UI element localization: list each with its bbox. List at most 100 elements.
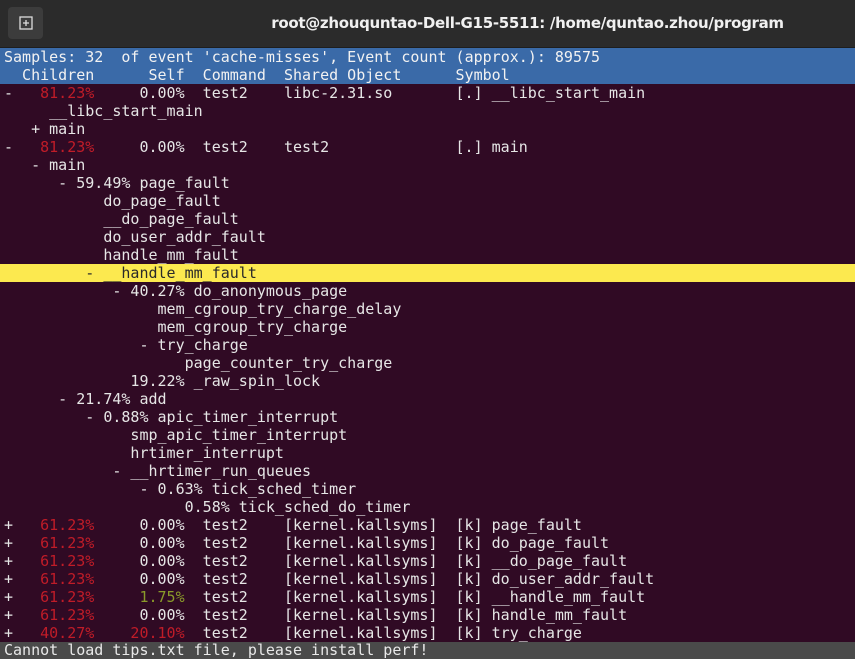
symbol: [k] page_fault — [455, 516, 582, 534]
children-percent: 61.23% — [40, 588, 95, 606]
perf-report[interactable]: Samples: 32 of event 'cache-misses', Eve… — [0, 48, 855, 642]
callgraph-entry: - 40.27% do_anonymous_page — [112, 282, 348, 300]
callgraph-line[interactable]: do_user_addr_fault — [0, 228, 855, 246]
callgraph-entry: - 21.74% add — [58, 390, 167, 408]
window-title: root@zhouquntao-Dell-G15-5511: /home/qun… — [271, 14, 784, 32]
callgraph-entry: handle_mm_fault — [103, 246, 239, 264]
callgraph-line[interactable]: - main — [0, 156, 855, 174]
table-row[interactable]: +61.23% 0.00% test2 [kernel.kallsyms] [k] do… — [0, 534, 855, 552]
callgraph-line-selected[interactable]: - __handle_mm_fault — [0, 264, 855, 282]
shared-object: [kernel.kallsyms] — [283, 606, 438, 624]
self-percent: 0.00% — [139, 534, 185, 552]
children-percent: 61.23% — [40, 552, 95, 570]
expand-toggle[interactable]: + — [4, 588, 13, 606]
command: test2 — [202, 84, 248, 102]
callgraph-line[interactable]: 0.58% tick_sched_do_timer — [0, 498, 855, 516]
title-bar: root@zhouquntao-Dell-G15-5511: /home/qun… — [0, 0, 855, 48]
self-percent: 1.75% — [139, 588, 185, 606]
self-percent: 0.00% — [139, 516, 185, 534]
table-row[interactable]: +61.23% 0.00% test2 [kernel.kallsyms] [k] do… — [0, 570, 855, 588]
expand-toggle[interactable]: + — [4, 570, 13, 588]
callgraph-line[interactable]: do_page_fault — [0, 192, 855, 210]
table-row[interactable]: +61.23% 1.75% test2 [kernel.kallsyms] [k] __… — [0, 588, 855, 606]
command: test2 — [202, 570, 248, 588]
symbol: [k] __handle_mm_fault — [455, 588, 646, 606]
callgraph-line[interactable]: - 59.49% page_fault — [0, 174, 855, 192]
callgraph-line[interactable]: - 40.27% do_anonymous_page — [0, 282, 855, 300]
callgraph-line[interactable]: - 0.63% tick_sched_timer — [0, 480, 855, 498]
callgraph-line[interactable]: 19.22% _raw_spin_lock — [0, 372, 855, 390]
symbol: [.] __libc_start_main — [455, 84, 646, 102]
children-percent: 61.23% — [40, 516, 95, 534]
table-row[interactable]: +61.23% 0.00% test2 [kernel.kallsyms] [k] pa… — [0, 516, 855, 534]
summary-line: Samples: 32 of event 'cache-misses', Eve… — [0, 48, 855, 66]
callgraph-entry: do_page_fault — [103, 192, 221, 210]
symbol: [k] do_user_addr_fault — [455, 570, 655, 588]
command: test2 — [202, 606, 248, 624]
self-percent: 0.00% — [139, 84, 185, 102]
callgraph-entry: mem_cgroup_try_charge_delay — [157, 300, 402, 318]
callgraph-line[interactable]: mem_cgroup_try_charge_delay — [0, 300, 855, 318]
expand-toggle[interactable]: + — [4, 606, 13, 624]
callgraph-line[interactable]: mem_cgroup_try_charge — [0, 318, 855, 336]
symbol: [.] main — [455, 138, 528, 156]
shared-object: libc-2.31.so — [283, 84, 393, 102]
callgraph-line[interactable]: - 21.74% add — [0, 390, 855, 408]
callgraph-entry: __libc_start_main — [49, 102, 203, 120]
callgraph-entry: 19.22% _raw_spin_lock — [130, 372, 321, 390]
expand-toggle[interactable]: + — [4, 552, 13, 570]
self-percent: 20.10% — [130, 624, 185, 642]
col-children[interactable]: Children — [22, 66, 94, 84]
callgraph-entry: - 0.63% tick_sched_timer — [139, 480, 357, 498]
table-row[interactable]: - 81.23% 0.00% test2 test2 [.] main — [0, 138, 855, 156]
col-shared-object[interactable]: Shared Object — [284, 66, 401, 84]
callgraph-line[interactable]: smp_apic_timer_interrupt — [0, 426, 855, 444]
table-row[interactable]: - 81.23% 0.00% test2 libc-2.31.so [.] __libc_… — [0, 84, 855, 102]
callgraph-entry: __do_page_fault — [103, 210, 239, 228]
callgraph-line[interactable]: handle_mm_fault — [0, 246, 855, 264]
callgraph-line[interactable]: __libc_start_main — [0, 102, 855, 120]
command: test2 — [202, 534, 248, 552]
callgraph-line[interactable]: hrtimer_interrupt — [0, 444, 855, 462]
callgraph-entry: mem_cgroup_try_charge — [157, 318, 348, 336]
shared-object: [kernel.kallsyms] — [283, 624, 438, 642]
expand-toggle[interactable]: - — [4, 84, 13, 102]
callgraph-entry: - try_charge — [139, 336, 248, 354]
expand-toggle[interactable]: - — [4, 138, 13, 156]
callgraph-line[interactable]: - 0.88% apic_timer_interrupt — [0, 408, 855, 426]
callgraph-entry: - main — [31, 156, 86, 174]
children-percent: 61.23% — [40, 570, 95, 588]
symbol: [k] handle_mm_fault — [455, 606, 628, 624]
children-percent: 81.23% — [40, 84, 95, 102]
callgraph-line[interactable]: __do_page_fault — [0, 210, 855, 228]
command: test2 — [202, 138, 248, 156]
expand-toggle[interactable]: + — [4, 534, 13, 552]
shared-object: [kernel.kallsyms] — [283, 588, 438, 606]
callgraph-line[interactable]: - __hrtimer_run_queues — [0, 462, 855, 480]
status-bar: Cannot load tips.txt file, please instal… — [0, 642, 855, 659]
callgraph-entry: 0.58% tick_sched_do_timer — [184, 498, 411, 516]
children-percent: 81.23% — [40, 138, 95, 156]
shared-object: test2 — [283, 138, 330, 156]
callgraph-entry: page_counter_try_charge — [184, 354, 393, 372]
self-percent: 0.00% — [139, 570, 185, 588]
command: test2 — [202, 588, 248, 606]
table-row[interactable]: +61.23% 0.00% test2 [kernel.kallsyms] [k] __… — [0, 552, 855, 570]
col-self[interactable]: Self — [148, 66, 184, 84]
command: test2 — [202, 624, 248, 642]
callgraph-line[interactable]: - try_charge — [0, 336, 855, 354]
callgraph-entry: - 0.88% apic_timer_interrupt — [85, 408, 339, 426]
callgraph-line[interactable]: page_counter_try_charge — [0, 354, 855, 372]
table-row[interactable]: +40.27% 20.10% test2 [kernel.kallsyms] [k] t… — [0, 624, 855, 642]
expand-toggle[interactable]: + — [4, 624, 13, 642]
col-symbol[interactable]: Symbol — [456, 66, 510, 84]
symbol: [k] try_charge — [455, 624, 582, 642]
expand-toggle[interactable]: + — [4, 516, 13, 534]
shared-object: [kernel.kallsyms] — [283, 570, 438, 588]
symbol: [k] do_page_fault — [455, 534, 610, 552]
col-command[interactable]: Command — [203, 66, 266, 84]
callgraph-entry: - __hrtimer_run_queues — [112, 462, 312, 480]
callgraph-line[interactable]: + main — [0, 120, 855, 138]
callgraph-entry: do_user_addr_fault — [103, 228, 266, 246]
table-row[interactable]: +61.23% 0.00% test2 [kernel.kallsyms] [k] ha… — [0, 606, 855, 624]
